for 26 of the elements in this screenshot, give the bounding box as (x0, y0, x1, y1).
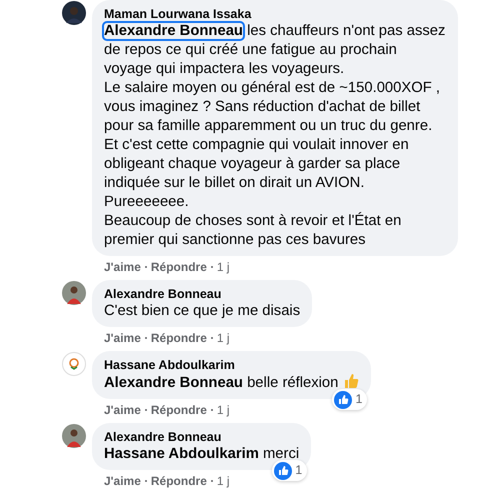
like-link[interactable]: J'aime (104, 402, 141, 418)
comment-text: Alexandre Bonneau les chauffeurs n'ont pas assez de repos ce qui créé une fatigue au prochain voyage qui impactera les voyageurs. Le salaire moyen ou général est de ~150.000XOF , vous imaginez ? Sans réduction d'achat de billet pour sa famille apparemment ou un truc du genre. Et c'est cette compagnie qui voulait innover en obligeant chaque voyageur à garder sa place indiquée sur le billet on dirait un AVION. Pureeeeeee. Beaucoup de choses sont à revoir et l'État en premier qui sanctionne pas ces bavures (104, 22, 446, 250)
timestamp-link[interactable]: 1 j (216, 259, 230, 275)
like-link[interactable]: J'aime (104, 259, 141, 275)
mention-link[interactable]: Alexandre Bonneau (104, 375, 243, 391)
like-reaction-icon (274, 462, 292, 480)
comment-text: C'est bien ce que je me disais (104, 302, 300, 321)
timestamp-link[interactable]: 1 j (216, 330, 230, 346)
reply-link[interactable]: Répondre (150, 259, 207, 275)
reply-link[interactable]: Répondre (150, 402, 207, 418)
like-link[interactable]: J'aime (104, 330, 141, 346)
timestamp-link[interactable]: 1 j (216, 473, 230, 489)
like-reaction-icon (334, 390, 352, 409)
thumbs-up-icon (343, 373, 360, 389)
like-link[interactable]: J'aime (104, 473, 141, 489)
author-link[interactable]: Maman Lourwana Issaka (104, 6, 252, 22)
mention-link[interactable]: Alexandre Bonneau (104, 23, 243, 39)
author-link[interactable]: Alexandre Bonneau (104, 429, 222, 445)
reply-link[interactable]: Répondre (150, 473, 207, 489)
reply-link[interactable]: Répondre (150, 330, 207, 346)
author-link[interactable]: Alexandre Bonneau (104, 286, 222, 302)
mention-link[interactable]: Hassane Abdoulkarim (104, 446, 259, 462)
reaction-count[interactable]: 1 (272, 460, 308, 481)
reaction-count[interactable]: 1 (332, 389, 368, 410)
timestamp-link[interactable]: 1 j (216, 402, 230, 418)
author-link[interactable]: Hassane Abdoulkarim (104, 357, 235, 373)
